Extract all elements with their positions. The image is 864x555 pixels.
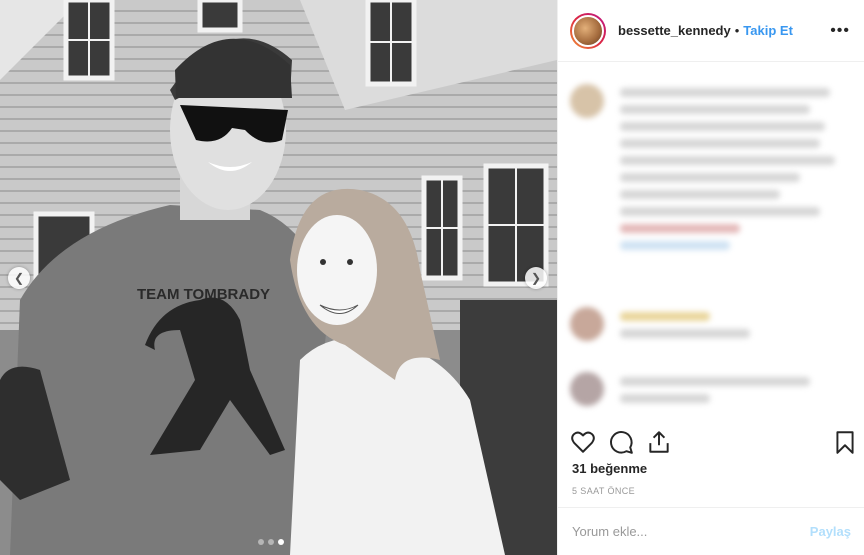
chevron-left-icon: ❮ [13, 271, 25, 285]
carousel-dot [258, 539, 264, 545]
blurred-comment-avatar [570, 372, 604, 406]
blurred-comment [620, 312, 820, 346]
blurred-caption [570, 84, 604, 118]
follow-button[interactable]: Takip Et [743, 23, 793, 38]
avatar[interactable] [570, 12, 606, 49]
carousel-dot [268, 539, 274, 545]
more-icon[interactable]: ••• [830, 22, 850, 40]
comments-section [558, 62, 864, 425]
carousel-dot-active [278, 539, 284, 545]
share-icon[interactable] [646, 429, 672, 455]
blurred-comment [620, 377, 820, 411]
bookmark-icon[interactable] [832, 429, 858, 455]
post-header: bessette_kennedy • Takip Et ••• [558, 0, 864, 62]
carousel-indicator [258, 539, 284, 545]
post-photo[interactable]: TEAM TOMBRADY ❮ ❯ [0, 0, 557, 555]
post-comment-button[interactable]: Paylaş [810, 524, 851, 539]
chevron-right-icon: ❯ [530, 271, 542, 285]
comment-input[interactable] [572, 524, 810, 539]
post-side-panel: bessette_kennedy • Takip Et ••• 31 beğen… [557, 0, 864, 555]
photo-scene: TEAM TOMBRADY [0, 0, 557, 555]
carousel-prev-button[interactable]: ❮ [8, 267, 30, 289]
username-link[interactable]: bessette_kennedy [618, 23, 731, 38]
add-comment-form: Paylaş [558, 507, 864, 555]
carousel-next-button[interactable]: ❯ [525, 267, 547, 289]
blurred-comment-avatar [570, 307, 604, 341]
blurred-caption-text [620, 88, 840, 258]
separator-dot: • [734, 23, 740, 38]
comment-icon[interactable] [608, 429, 634, 455]
post-timestamp[interactable]: 5 SAAT ÖNCE [572, 486, 635, 496]
heart-icon[interactable] [570, 429, 596, 455]
likes-count[interactable]: 31 beğenme [572, 461, 647, 476]
post-actions [558, 425, 864, 461]
